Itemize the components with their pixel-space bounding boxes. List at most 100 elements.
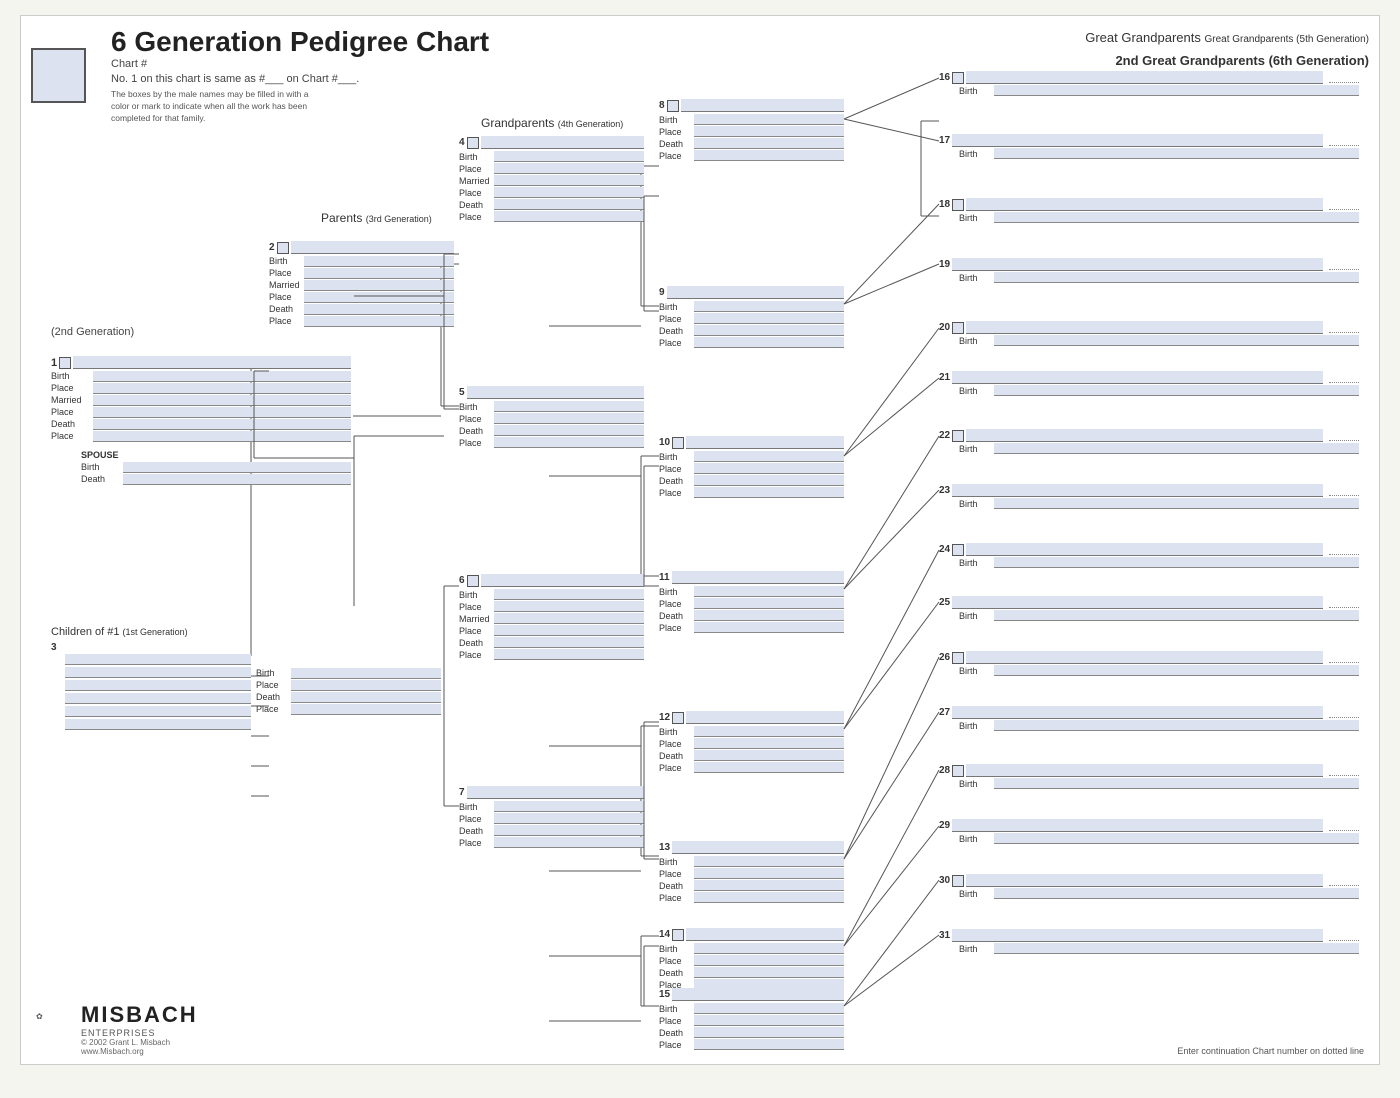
chart-title: 6 Generation Pedigree Chart (111, 26, 489, 58)
continuation-note: Enter continuation Chart number on dotte… (1177, 1046, 1364, 1056)
person-21: 21 Birth (939, 371, 1359, 396)
place-label-3: Place (256, 680, 291, 691)
person-1-name[interactable] (73, 356, 351, 369)
person-18: 18 Birth (939, 198, 1359, 223)
birth-label-3: Birth (256, 668, 291, 679)
death-field-2[interactable] (304, 304, 454, 315)
person-5-name[interactable] (467, 386, 644, 399)
person-30: 30 Birth (939, 874, 1359, 899)
spouse-label: SPOUSE (81, 450, 119, 460)
person-2-number: 2 (269, 242, 275, 253)
place-field-1a[interactable] (93, 383, 351, 394)
place-field-1c[interactable] (93, 431, 351, 442)
person-4-checkbox[interactable] (467, 137, 479, 149)
chart-number: Chart # (111, 58, 489, 70)
child-line-3[interactable] (65, 680, 251, 691)
person-16: 16 Birth (939, 71, 1359, 96)
person-1-checkbox[interactable] (59, 357, 71, 369)
great-grandparents-label: Great Grandparents Great Grandparents (5… (1085, 26, 1369, 49)
children-label: Children of #1 (1st Generation) (51, 626, 251, 638)
person-17: 17 Birth (939, 134, 1359, 159)
person-31: 31 Birth (939, 929, 1359, 954)
place-field-3b[interactable] (291, 704, 441, 715)
copyright: © 2002 Grant L. Misbach (81, 1038, 198, 1047)
birth-label-1: Birth (51, 371, 93, 382)
spouse-death-label: Death (81, 474, 123, 485)
continuation-note-area: Enter continuation Chart number on dotte… (1177, 1046, 1364, 1056)
place-field-2c[interactable] (304, 316, 454, 327)
2nd-great-grandparents-label: 2nd Great Grandparents (6th Generation) (1085, 49, 1369, 72)
person-1: (2nd Generation) 1 Birth Place Married P… (51, 326, 351, 485)
person-12: 12 Birth Place Death Place (659, 711, 844, 773)
child-line-2[interactable] (65, 667, 251, 678)
place-label-1c: Place (51, 431, 93, 442)
website: www.Misbach.org (81, 1047, 198, 1056)
person-6-checkbox[interactable] (467, 575, 479, 587)
death-field-3[interactable] (291, 692, 441, 703)
spouse-birth-label: Birth (81, 462, 123, 473)
chart-box (31, 48, 86, 103)
box-note: The boxes by the male names may be fille… (111, 89, 321, 125)
place-label-3b: Place (256, 704, 291, 715)
person-22: 22 Birth (939, 429, 1359, 454)
death-label-1: Death (51, 419, 93, 430)
grandparents-label: Grandparents (4th Generation) (481, 116, 623, 130)
person-26: 26 Birth (939, 651, 1359, 676)
person-4-name[interactable] (481, 136, 644, 149)
place-label-1b: Place (51, 407, 93, 418)
logo-enterprises: ENTERPRISES (81, 1028, 198, 1038)
children-section: Children of #1 (1st Generation) 3 (51, 626, 251, 732)
connector-lines (21, 16, 1379, 1064)
person-3-number: 3 (51, 642, 63, 653)
person-25: 25 Birth (939, 596, 1359, 621)
birth-field-5[interactable] (494, 401, 644, 412)
place-field-1b[interactable] (93, 407, 351, 418)
place-field-2b[interactable] (304, 292, 454, 303)
place-field-2a[interactable] (304, 268, 454, 279)
person-1-number: 1 (51, 357, 57, 369)
place-field-3[interactable] (291, 680, 441, 691)
child-line-6[interactable] (65, 719, 251, 730)
married-field-2[interactable] (304, 280, 454, 291)
person-4: 4 Birth Place Married Place Death Place (459, 136, 644, 222)
death-label-3: Death (256, 692, 291, 703)
spouse-birth-field[interactable] (123, 462, 351, 473)
parents-label: Parents (3rd Generation) (321, 211, 432, 225)
person-27: 27 Birth (939, 706, 1359, 731)
birth-field-1[interactable] (93, 371, 351, 382)
person-2-name[interactable] (291, 241, 454, 254)
person-24: 24 Birth (939, 543, 1359, 568)
gen2-label: (2nd Generation) (51, 326, 351, 338)
person-3: Birth Place Death Place (256, 666, 441, 715)
person-6: 6 Birth Place Married Place Death Place (459, 574, 644, 660)
person-14: 14 Birth Place Death Place (659, 928, 844, 990)
person-28: 28 Birth (939, 764, 1359, 789)
person-5: 5 Birth Place Death Place (459, 386, 644, 448)
death-field-5[interactable] (494, 425, 644, 436)
child-line-1[interactable] (65, 654, 251, 665)
child-line-4[interactable] (65, 693, 251, 704)
person-2: 2 Birth Place Married Place Death Place (269, 241, 454, 327)
no-one-note: No. 1 on this chart is same as #___ on C… (111, 73, 489, 85)
person-8: 8 Birth Place Death Place (659, 99, 844, 161)
birth-field-3[interactable] (291, 668, 441, 679)
logo-area: ✿ MISBACH ENTERPRISES © 2002 Grant L. Mi… (36, 1002, 198, 1056)
death-field-1[interactable] (93, 419, 351, 430)
person-23: 23 Birth (939, 484, 1359, 509)
person-11: 11 Birth Place Death Place (659, 571, 844, 633)
right-connectors (21, 16, 1379, 1064)
spouse-death-field[interactable] (123, 474, 351, 485)
birth-field-2[interactable] (304, 256, 454, 267)
person-2-checkbox[interactable] (277, 242, 289, 254)
person-20: 20 Birth (939, 321, 1359, 346)
child-line-5[interactable] (65, 706, 251, 717)
married-field-1[interactable] (93, 395, 351, 406)
person-13: 13 Birth Place Death Place (659, 841, 844, 903)
person-7: 7 Birth Place Death Place (459, 786, 644, 848)
person-19: 19 Birth (939, 258, 1359, 283)
person-9: 9 Birth Place Death Place (659, 286, 844, 348)
place-field-5a[interactable] (494, 413, 644, 424)
place-field-5b[interactable] (494, 437, 644, 448)
married-label-1: Married (51, 395, 93, 406)
person-15: 15 Birth Place Death Place (659, 988, 844, 1050)
